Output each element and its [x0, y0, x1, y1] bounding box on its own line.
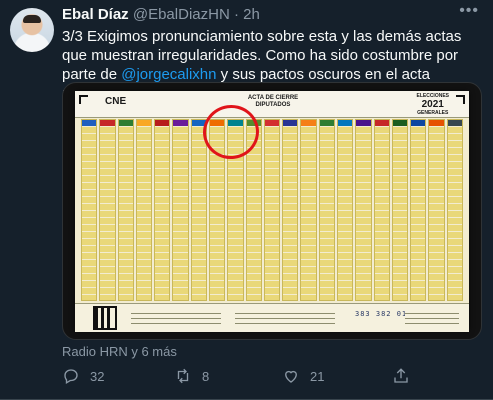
tweet-actions: 32 8 21 — [62, 366, 480, 386]
more-icon[interactable]: ••• — [459, 2, 479, 20]
party-column — [81, 119, 98, 301]
party-column — [190, 119, 207, 301]
like-count: 21 — [310, 368, 325, 384]
retweet-count: 8 — [202, 368, 210, 384]
cne-logo: CNE — [105, 96, 127, 107]
mention-link[interactable]: @jorgecalixhn — [121, 66, 216, 83]
acta-title: ACTA DE CIERRE DIPUTADOS — [247, 95, 299, 108]
party-column — [428, 119, 445, 301]
party-column — [300, 119, 317, 301]
retweet-icon — [177, 368, 189, 384]
party-column — [282, 119, 299, 301]
vote-columns — [81, 119, 463, 301]
separator-dot: · — [233, 6, 239, 23]
party-column — [337, 119, 354, 301]
tweet-header: Ebal Díaz @EbalDiazHN · 2h — [62, 6, 260, 24]
retweet-button[interactable]: 8 — [174, 366, 209, 386]
party-column — [172, 119, 189, 301]
tweet-time[interactable]: 2h — [243, 6, 260, 23]
elecciones-year: 2021 — [421, 99, 444, 110]
share-icon — [394, 368, 408, 383]
share-button[interactable] — [392, 366, 410, 386]
party-column — [318, 119, 335, 301]
tweet-image[interactable]: CNE ACTA DE CIERRE DIPUTADOS ELECCIONES … — [62, 82, 482, 340]
corner-mark — [79, 95, 88, 104]
acta-footer: 383 382 010 008 — [75, 303, 469, 332]
acta-header: CNE ACTA DE CIERRE DIPUTADOS ELECCIONES … — [75, 91, 469, 118]
avatar[interactable] — [10, 8, 54, 52]
acta-document: CNE ACTA DE CIERRE DIPUTADOS ELECCIONES … — [75, 91, 469, 332]
party-column — [117, 119, 134, 301]
image-source[interactable]: Radio HRN y 6 más — [62, 344, 177, 359]
party-column — [355, 119, 372, 301]
party-column — [410, 119, 427, 301]
author-name[interactable]: Ebal Díaz — [62, 6, 129, 23]
elecciones-logo: ELECCIONES 2021 GENERALES — [416, 93, 449, 116]
party-column — [373, 119, 390, 301]
like-button[interactable]: 21 — [282, 366, 324, 386]
party-column — [135, 119, 153, 301]
qr-code-icon — [93, 306, 117, 330]
like-icon — [285, 370, 297, 383]
author-handle[interactable]: @EbalDiazHN — [133, 6, 230, 23]
signature-lines — [235, 309, 335, 327]
signature-lines — [405, 309, 459, 327]
reply-count: 32 — [90, 368, 105, 384]
tweet[interactable]: Ebal Díaz @EbalDiazHN · 2h ••• 3/3 Exigi… — [0, 0, 493, 400]
reply-button[interactable]: 32 — [62, 366, 104, 386]
party-column — [263, 119, 281, 301]
reply-icon — [64, 369, 78, 384]
generales-label: GENERALES — [417, 110, 449, 116]
party-column — [446, 119, 463, 301]
party-column — [154, 119, 171, 301]
party-column — [99, 119, 116, 301]
corner-mark — [456, 95, 465, 104]
party-column — [391, 119, 409, 301]
signature-lines — [131, 309, 221, 327]
